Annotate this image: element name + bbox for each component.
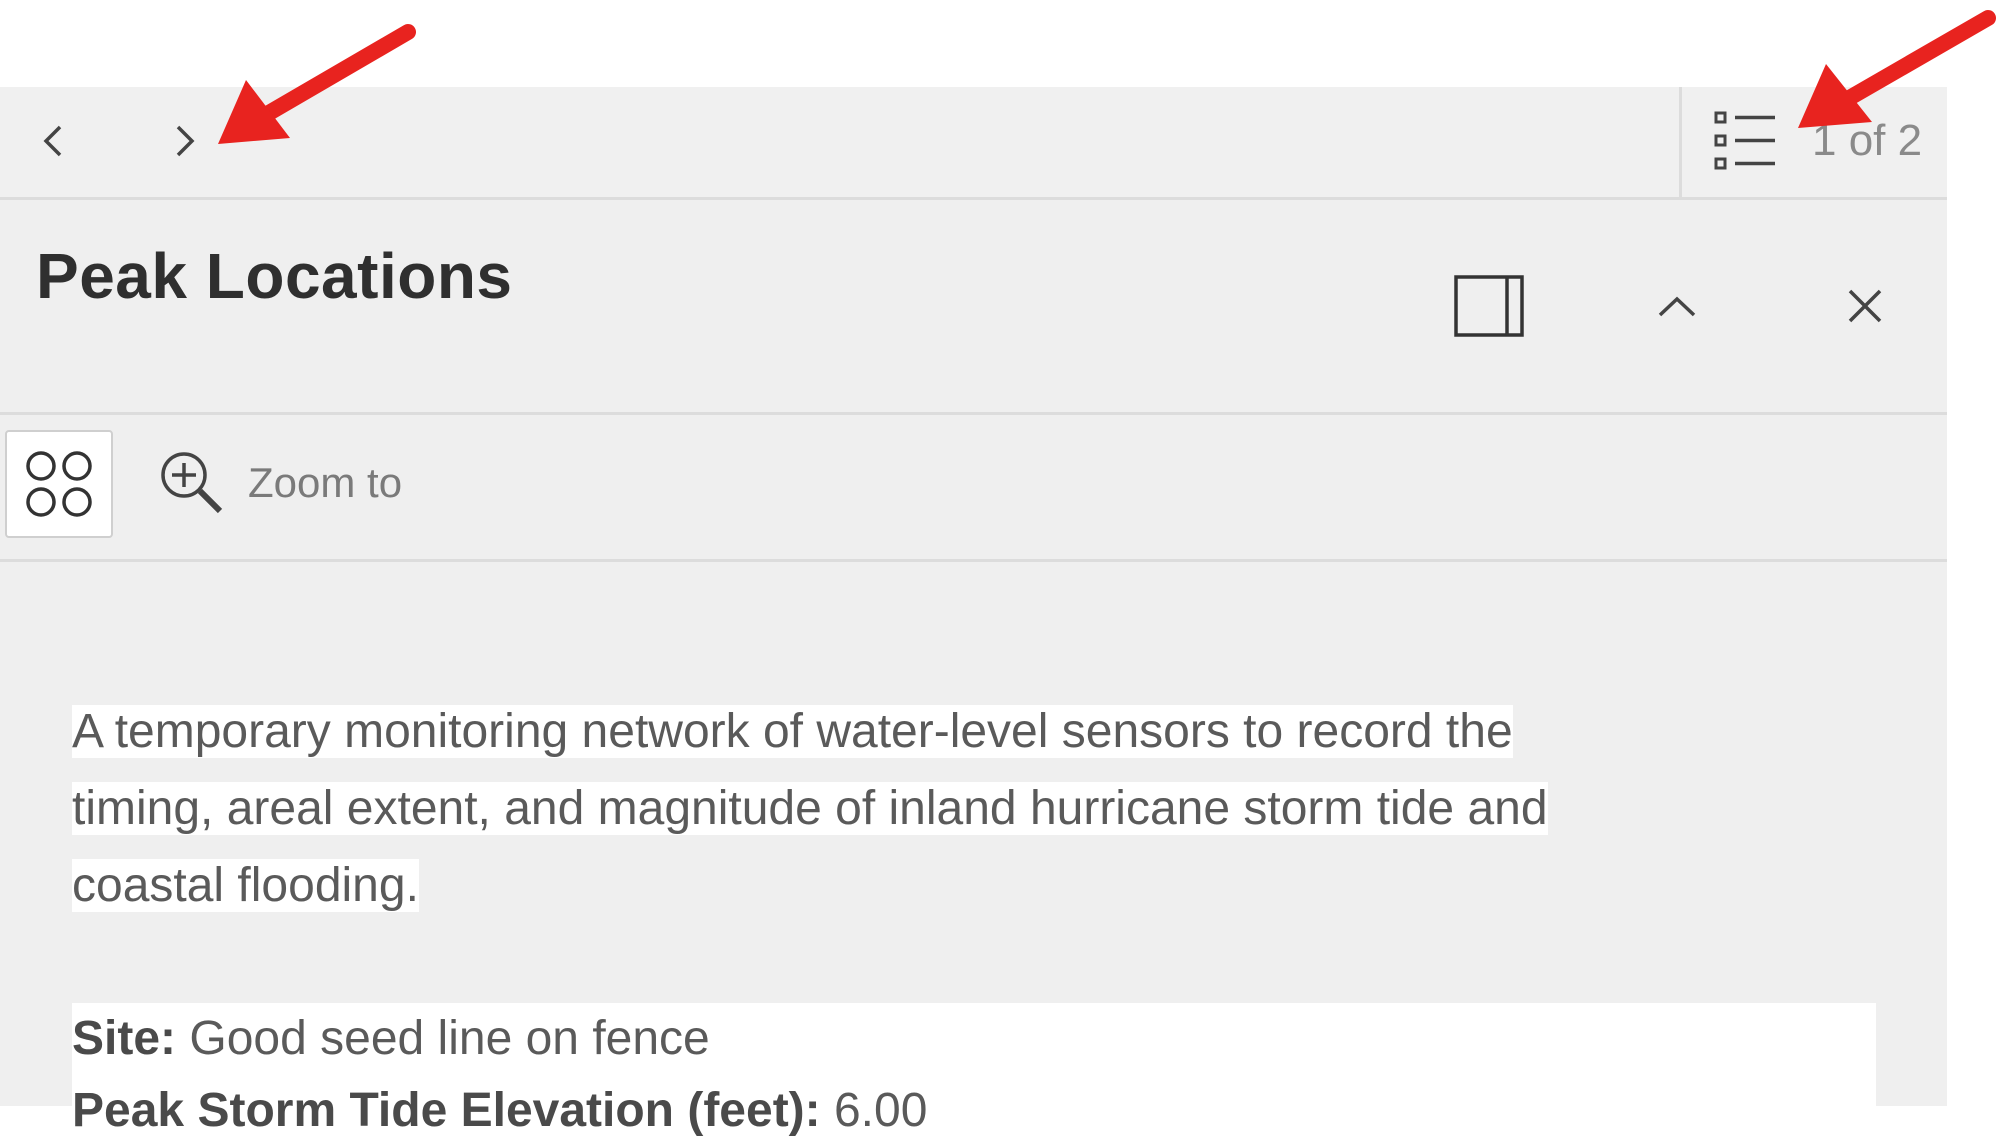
field-value: 6.00 xyxy=(833,1084,928,1137)
field-row-site: Site: Good seed line on fence xyxy=(72,1003,1876,1075)
close-button[interactable] xyxy=(1820,261,1910,351)
description-line: A temporary monitoring network of water-… xyxy=(72,705,1513,758)
description-line: timing, areal extent, and magnitude of i… xyxy=(72,782,1548,835)
chevron-left-icon xyxy=(43,125,62,157)
select-feature-icon xyxy=(26,451,92,517)
description-line: coastal flooding. xyxy=(72,859,419,912)
popup-description: A temporary monitoring network of water-… xyxy=(72,693,1792,924)
dock-button[interactable] xyxy=(1444,261,1534,351)
field-label: Peak Storm Tide Elevation (feet): xyxy=(72,1084,821,1137)
next-feature-button[interactable] xyxy=(152,109,216,173)
field-value: Good seed line on fence xyxy=(189,1012,710,1065)
zoom-in-icon xyxy=(161,452,223,514)
popup-fields: Site: Good seed line on fence Peak Storm… xyxy=(72,1003,1876,1145)
field-label: Site: xyxy=(72,1012,177,1065)
chevron-right-icon xyxy=(176,125,195,157)
previous-feature-button[interactable] xyxy=(22,109,86,173)
zoom-to-label: Zoom to xyxy=(248,459,403,506)
select-feature-button[interactable] xyxy=(5,430,113,538)
nav-divider xyxy=(1679,87,1682,197)
chevron-up-icon xyxy=(1658,296,1696,317)
close-icon xyxy=(1848,289,1882,323)
collapse-button[interactable] xyxy=(1632,261,1722,351)
popup-panel: 1 of 2 Peak Locations Zoom to A temporar… xyxy=(0,87,1947,1145)
field-row-peak-elevation: Peak Storm Tide Elevation (feet): 6.00 xyxy=(72,1075,1876,1147)
feature-list-button[interactable] xyxy=(1710,105,1782,177)
zoom-to-button[interactable]: Zoom to xyxy=(158,447,402,519)
list-icon xyxy=(1714,111,1775,170)
dock-panel-icon xyxy=(1454,275,1524,337)
popup-title: Peak Locations xyxy=(36,240,513,312)
feature-page-count: 1 of 2 xyxy=(1812,116,1923,165)
popup-navigation-bar: 1 of 2 xyxy=(0,87,1947,200)
